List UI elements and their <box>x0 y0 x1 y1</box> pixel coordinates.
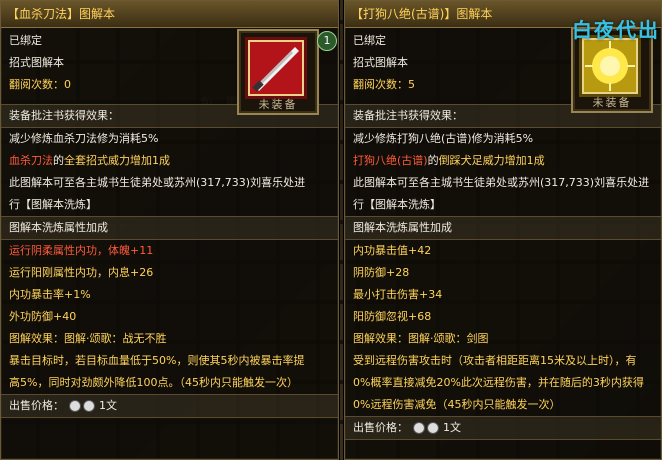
attr-line: 运行阴柔属性内功，体魄+11 <box>9 244 154 257</box>
refine-header: 图解本洗炼属性加成 <box>1 216 338 240</box>
read-count-label: 翻阅次数： <box>353 78 408 91</box>
effect-line-2: 血杀刀法的全套招式威力增加1成 <box>1 150 338 172</box>
book-status-label: 未装备 <box>592 96 632 109</box>
price-label: 出售价格： <box>9 399 64 412</box>
coin-icon <box>68 400 81 412</box>
count-badge: 1 <box>317 31 337 51</box>
watermark-text: 白夜代出 <box>572 18 660 42</box>
graph-desc-2: 高5%，同时对劲颇外降低100点。（45秒内只能触发一次） <box>9 376 298 389</box>
effect-connector: 的 <box>427 154 439 167</box>
blade-book-icon <box>245 37 307 99</box>
attr-line: 内功暴击率+1% <box>9 288 91 301</box>
attr-line: 内功暴击值+42 <box>353 244 432 257</box>
sell-price: 出售价格： 1文 <box>345 416 661 440</box>
refine-header: 图解本洗炼属性加成 <box>345 216 661 240</box>
price-value: 1文 <box>99 399 117 412</box>
effect-skill-name: 血杀刀法 <box>9 154 53 167</box>
read-count-value: 0 <box>64 78 71 91</box>
effect-bonus: 倒踩犬足威力增加1成 <box>438 154 545 167</box>
price-label: 出售价格： <box>353 421 408 434</box>
effect-connector: 的 <box>53 154 64 167</box>
attr-line: 阴防御+28 <box>353 266 410 279</box>
location-text-cont: 行【图解本洗炼】 <box>9 198 97 211</box>
graph-desc-1: 暴击目标时，若目标血量低于50%，则使其5秒内被暴击率提 <box>9 354 305 367</box>
right-item-tooltip: 【打狗八绝(古谱)】图解本 已绑定 招式图解本 翻阅次数：5 装备批注书获得效果… <box>344 0 662 460</box>
graph-desc-3: 0%远程伤害减免（45秒内只能触发一次） <box>353 398 561 411</box>
price-value: 1文 <box>443 421 461 434</box>
sell-price: 出售价格： 1文 <box>1 394 338 418</box>
coin-icon <box>412 422 425 434</box>
effect-line-1: 减少修炼打狗八绝(古谱)修为消耗5% <box>353 132 534 145</box>
book-status-label: 未装备 <box>258 98 298 111</box>
left-item-tooltip: 【血杀刀法】图解本 已绑定 招式图解本 翻阅次数：0 装备批注书获得效果： 减少… <box>0 0 339 460</box>
graph-effect: 图解效果：图解·颂歌：战无不胜 <box>9 332 167 345</box>
read-count-value: 5 <box>408 78 415 91</box>
coin-icon <box>82 400 95 412</box>
location-text-cont: 行【图解本洗炼】 <box>353 198 441 211</box>
effect-skill-name: 打狗八绝(古谱) <box>353 154 428 167</box>
read-count-label: 翻阅次数： <box>9 78 64 91</box>
effect-line-1: 减少修炼血杀刀法修为消耗5% <box>9 132 159 145</box>
graph-effect: 图解效果：图解·颂歌：剑图 <box>353 332 489 345</box>
graph-desc-2: 0%概率直接减免20%此次远程伤害，并在随后的3秒内获得 <box>353 376 644 389</box>
coin-icon <box>426 422 439 434</box>
effect-line-2: 打狗八绝(古谱)的倒踩犬足威力增加1成 <box>345 150 661 172</box>
attr-line: 最小打击伤害+34 <box>353 288 443 301</box>
graph-desc-1: 受到远程伤害攻击时（攻击者相距距离15米及以上时），有 <box>353 354 637 367</box>
item-icon[interactable]: 未装备 <box>237 29 319 115</box>
effect-bonus: 全套招式威力增加1成 <box>64 154 170 167</box>
location-text: 此图解本可至各主城书生徒弟处或苏州(317,733)刘喜乐处进 <box>353 176 650 189</box>
attr-line: 外功防御+40 <box>9 310 77 323</box>
item-title: 【血杀刀法】图解本 <box>1 1 338 28</box>
attr-line: 运行阳刚属性内功，内息+26 <box>9 266 154 279</box>
golden-book-icon <box>579 35 641 97</box>
attr-line: 阳防御忽视+68 <box>353 310 432 323</box>
location-text: 此图解本可至各主城书生徒弟处或苏州(317,733)刘喜乐处进 <box>9 176 306 189</box>
